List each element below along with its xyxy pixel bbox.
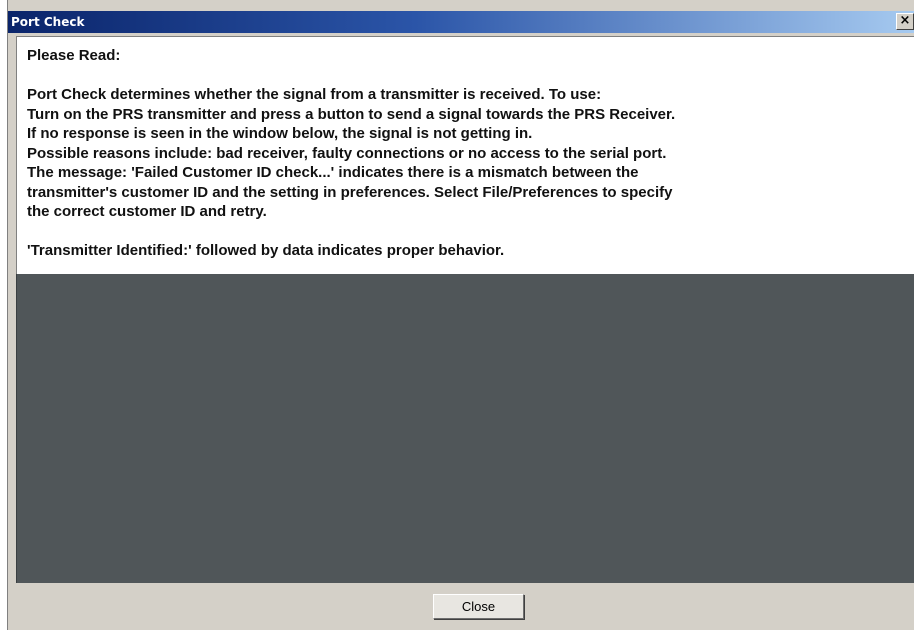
instructions-panel: Please Read: Port Check determines wheth… <box>16 36 914 274</box>
close-button[interactable]: Close <box>433 594 524 619</box>
instructions-line: Turn on the PRS transmitter and press a … <box>27 105 676 123</box>
close-window-icon[interactable]: × <box>896 13 914 30</box>
instructions-line: transmitter's customer ID and the settin… <box>27 183 673 201</box>
port-check-dialog: Port Check × Please Read: Port Check det… <box>7 0 914 630</box>
button-bar: Close <box>16 583 914 630</box>
title-bar[interactable]: Port Check × <box>8 11 914 33</box>
instructions-line: the correct customer ID and retry. <box>27 203 267 220</box>
instructions-line: Possible reasons include: bad receiver, … <box>27 144 667 162</box>
window-title: Port Check <box>11 15 85 29</box>
instructions-line: If no response is seen in the window bel… <box>27 125 533 142</box>
signal-output-window[interactable] <box>16 274 914 583</box>
instructions-heading: Please Read: <box>27 47 121 64</box>
instructions-footer: 'Transmitter Identified:' followed by da… <box>27 242 505 259</box>
instructions-line: Port Check determines whether the signal… <box>27 86 602 103</box>
instructions-line: The message: 'Failed Customer ID check..… <box>27 164 639 181</box>
